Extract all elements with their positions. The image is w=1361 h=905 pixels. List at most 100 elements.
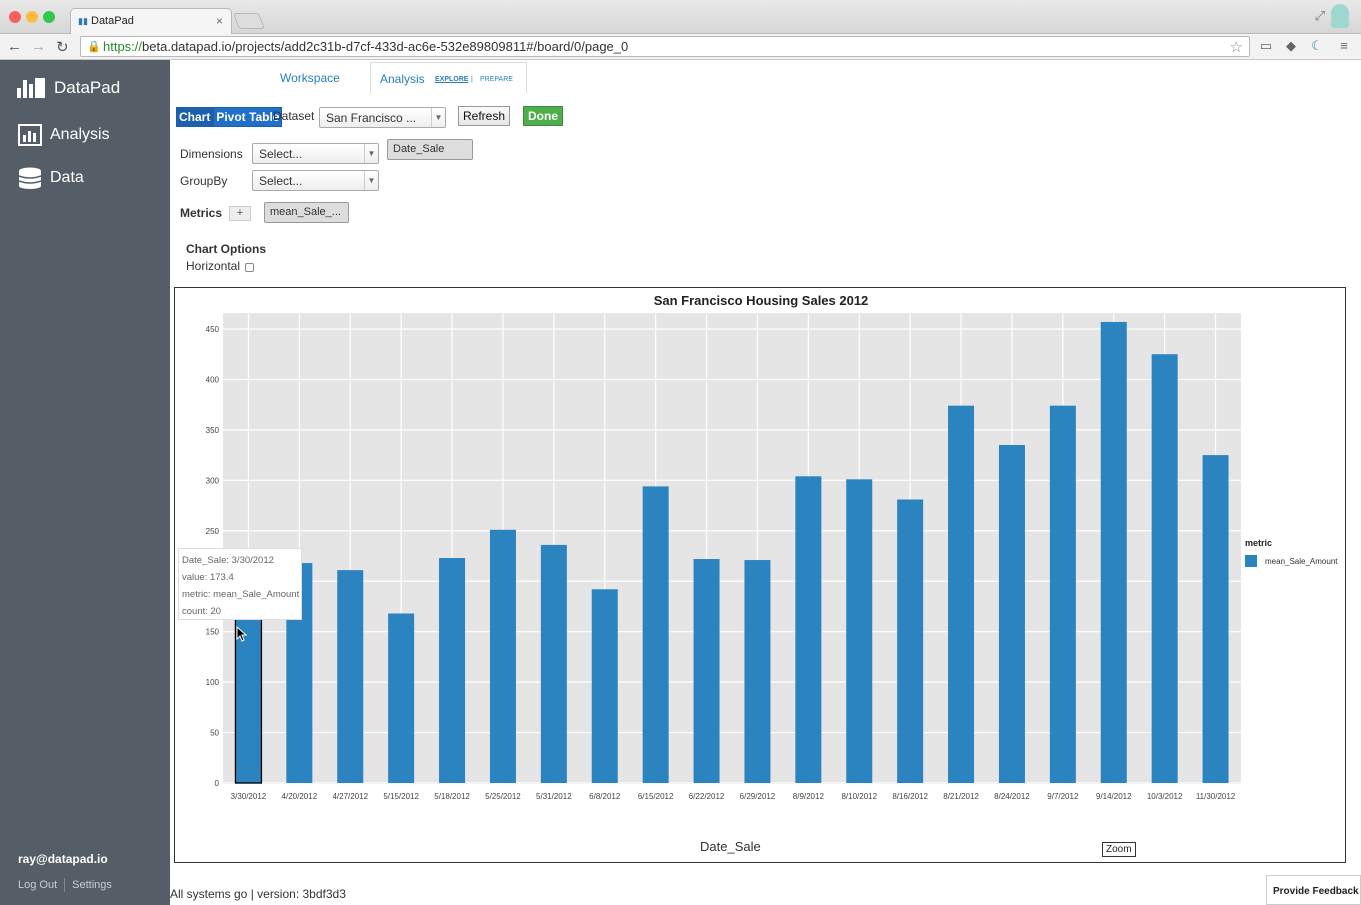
prepare-link[interactable]: PREPARE <box>480 76 513 83</box>
bar[interactable] <box>439 558 466 783</box>
bar[interactable] <box>1151 354 1178 783</box>
close-tab-icon[interactable]: × <box>216 14 223 28</box>
browser-toolbar: ← → ↻ 🔒 https://beta.datapad.io/projects… <box>0 34 1361 60</box>
profile-avatar-icon[interactable] <box>1331 4 1349 28</box>
y-tick-label: 50 <box>210 729 219 738</box>
bar[interactable] <box>337 570 364 783</box>
tooltip-line: value: 173.4 <box>182 572 234 583</box>
dimension-chip[interactable]: Date_Sale <box>387 139 473 160</box>
address-bar[interactable]: 🔒 https://beta.datapad.io/projects/add2c… <box>80 36 1250 57</box>
brand[interactable]: DataPad <box>17 78 120 98</box>
horizontal-label: Horizontal <box>186 259 241 273</box>
brand-name: DataPad <box>54 78 121 97</box>
chart-tooltip: Date_Sale: 3/30/2012 value: 173.4 metric… <box>178 548 302 620</box>
x-tick-label: 6/22/2012 <box>689 792 725 801</box>
bar[interactable] <box>591 589 618 783</box>
dataset-label: Dataset <box>273 109 315 123</box>
x-tick-label: 11/30/2012 <box>1196 792 1236 801</box>
x-tick-label: 6/15/2012 <box>638 792 674 801</box>
bookmark-star-icon[interactable]: ☆ <box>1230 38 1243 56</box>
browser-tab-title: DataPad <box>91 15 134 27</box>
x-tick-label: 5/15/2012 <box>383 792 419 801</box>
add-metric-button[interactable]: + <box>229 206 251 221</box>
back-arrow-icon[interactable]: ← <box>7 38 22 55</box>
bar[interactable] <box>795 476 822 783</box>
forward-arrow-icon[interactable]: → <box>31 38 46 55</box>
x-tick-label: 9/14/2012 <box>1096 792 1132 801</box>
plot-background <box>223 313 1241 784</box>
datapad-favicon-icon: ▮▮ <box>78 16 88 26</box>
sidebar-item-label: Data <box>50 169 84 186</box>
dimensions-select[interactable]: Select... ▼ <box>252 143 379 164</box>
browser-tab[interactable]: ▮▮ DataPad × <box>70 8 232 34</box>
bar[interactable] <box>540 544 567 783</box>
chevron-down-icon: ▼ <box>364 144 378 163</box>
zoom-button[interactable]: Zoom <box>1102 842 1136 857</box>
extension-c-icon[interactable]: ☾ <box>1309 38 1325 54</box>
bar[interactable] <box>642 486 669 783</box>
bar[interactable] <box>897 499 924 783</box>
fullscreen-icon[interactable]: ⤢ <box>1315 8 1325 24</box>
y-tick-label: 100 <box>206 678 220 687</box>
refresh-button[interactable]: Refresh <box>458 106 511 126</box>
status-bar: All systems go | version: 3bdf3d3 <box>170 887 346 901</box>
bar[interactable] <box>998 445 1025 783</box>
logout-link[interactable]: Log Out <box>18 879 57 891</box>
dataset-select[interactable]: San Francisco ... ▼ <box>319 107 446 128</box>
dimensions-select-value: Select... <box>259 147 303 161</box>
bar[interactable] <box>846 479 873 783</box>
close-window-button[interactable] <box>9 11 21 23</box>
dimension-chip-label: Date_Sale <box>393 143 445 155</box>
bar[interactable] <box>388 613 415 783</box>
x-tick-label: 4/20/2012 <box>282 792 318 801</box>
bar[interactable] <box>1202 455 1229 783</box>
sidebar: DataPad Analysis Data ray@datapad.io Log… <box>0 60 170 905</box>
tab-workspace[interactable]: Workspace <box>280 71 340 85</box>
chart-options-label: Chart Options <box>186 242 266 256</box>
y-tick-label: 150 <box>206 628 220 637</box>
x-tick-label: 8/24/2012 <box>994 792 1030 801</box>
cast-icon[interactable]: ▭ <box>1258 38 1274 54</box>
chevron-down-icon: ▼ <box>364 171 378 190</box>
tab-analysis[interactable]: Analysis EXPLORE | PREPARE <box>370 62 527 93</box>
horizontal-checkbox[interactable] <box>245 263 254 272</box>
y-tick-label: 350 <box>206 426 220 435</box>
menu-icon[interactable]: ≡ <box>1336 38 1352 54</box>
sidebar-item-analysis[interactable]: Analysis <box>18 124 110 146</box>
zoom-window-button[interactable] <box>43 11 55 23</box>
bar[interactable] <box>489 529 516 783</box>
done-button[interactable]: Done <box>523 106 563 126</box>
x-tick-label: 8/9/2012 <box>793 792 825 801</box>
tooltip-line: Date_Sale: 3/30/2012 <box>182 555 274 566</box>
y-tick-label: 250 <box>206 527 220 536</box>
reload-icon[interactable]: ↻ <box>56 38 69 56</box>
settings-link[interactable]: Settings <box>72 879 112 891</box>
sidebar-item-label: Analysis <box>50 126 110 143</box>
chart-button[interactable]: Chart <box>176 107 214 127</box>
extension-icon[interactable]: ◆ <box>1283 38 1299 54</box>
bar[interactable] <box>1100 321 1127 783</box>
minimize-window-button[interactable] <box>26 11 38 23</box>
new-tab-button[interactable] <box>233 13 265 29</box>
groupby-select[interactable]: Select... ▼ <box>252 170 379 191</box>
tooltip-line: count: 20 <box>182 606 222 617</box>
user-links: Log Out Settings <box>18 878 112 892</box>
bar[interactable] <box>693 559 720 783</box>
view-toggle: Chart Pivot Table <box>176 107 283 127</box>
dataset-select-value: San Francisco ... <box>326 111 417 125</box>
legend-label: mean_Sale_Amount <box>1265 557 1338 566</box>
url-scheme: https:// <box>103 39 143 54</box>
sidebar-item-data[interactable]: Data <box>18 167 84 189</box>
bar[interactable] <box>948 405 975 783</box>
bar[interactable] <box>1049 405 1076 783</box>
explore-link[interactable]: EXPLORE <box>435 76 468 83</box>
x-tick-label: 5/18/2012 <box>434 792 470 801</box>
metric-chip[interactable]: mean_Sale_... <box>264 202 349 223</box>
x-tick-label: 6/29/2012 <box>740 792 776 801</box>
x-tick-label: 8/16/2012 <box>892 792 928 801</box>
datapad-logo-icon <box>17 78 47 98</box>
groupby-label: GroupBy <box>180 174 228 188</box>
provide-feedback-button[interactable]: Provide Feedback <box>1266 875 1361 905</box>
x-tick-label: 9/7/2012 <box>1047 792 1079 801</box>
bar[interactable] <box>744 560 771 783</box>
